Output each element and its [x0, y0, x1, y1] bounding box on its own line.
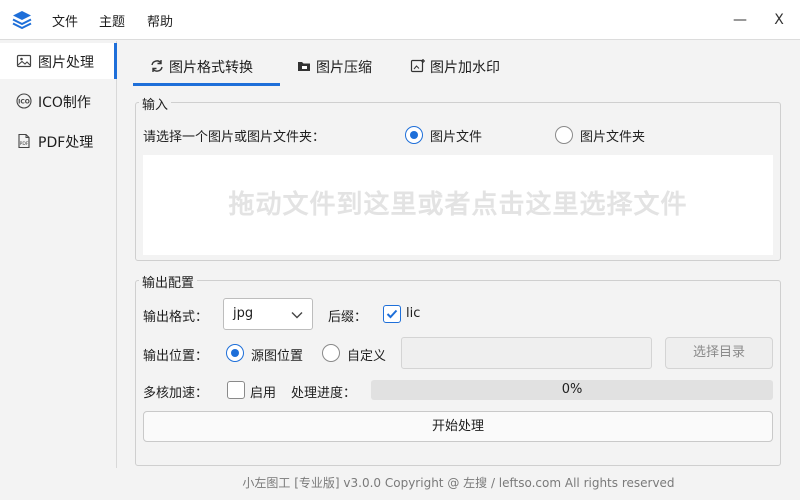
sidebar-item-label: ICO制作	[38, 95, 91, 111]
footer-copyright: 小左图工 [专业版] v3.0.0 Copyright @ 左搜 / lefts…	[242, 476, 675, 490]
tab-compress[interactable]: 图片压缩	[280, 48, 392, 86]
sidebar: 图片处理 ICO ICO制作 PDF PDF处理	[0, 41, 117, 468]
layers-logo-icon	[11, 9, 33, 31]
tab-label: 图片加水印	[430, 60, 500, 76]
sidebar-item-pdf[interactable]: PDF PDF处理	[0, 123, 117, 159]
format-select-value: jpg	[233, 306, 254, 321]
multicore-label: 多核加速：	[143, 386, 209, 401]
radio-image-file[interactable]	[405, 126, 423, 144]
start-processing-button[interactable]: 开始处理	[143, 411, 773, 442]
radio-source-location-label[interactable]: 源图位置	[251, 345, 303, 364]
title-bar: 文件 主题 帮助 — X	[0, 0, 800, 40]
format-label: 输出格式：	[143, 310, 209, 325]
sidebar-item-ico[interactable]: ICO ICO制作	[0, 83, 117, 119]
multicore-checkbox-label[interactable]: 启用	[250, 382, 276, 401]
progress-label: 处理进度：	[291, 386, 357, 401]
tab-watermark[interactable]: 图片加水印	[394, 48, 524, 86]
chevron-down-icon	[290, 308, 304, 322]
suffix-checkbox[interactable]	[383, 305, 401, 323]
location-label: 输出位置：	[143, 349, 209, 364]
radio-image-folder[interactable]	[555, 126, 573, 144]
suffix-label: 后缀：	[328, 310, 368, 325]
zip-icon	[296, 58, 312, 74]
dropzone-text: 拖动文件到这里或者点击这里选择文件	[228, 190, 688, 220]
input-group-title: 输入	[139, 94, 172, 113]
custom-path-input[interactable]	[401, 337, 652, 369]
output-group-title: 输出配置	[139, 272, 198, 291]
menu-file[interactable]: 文件	[52, 11, 78, 30]
radio-custom-location[interactable]	[322, 344, 340, 362]
sidebar-item-image[interactable]: 图片处理	[0, 43, 117, 79]
radio-image-folder-label[interactable]: 图片文件夹	[580, 126, 645, 145]
radio-source-location[interactable]	[226, 344, 244, 362]
tab-format-convert[interactable]: 图片格式转换	[133, 48, 280, 86]
radio-custom-location-label[interactable]: 自定义	[347, 345, 386, 364]
close-button[interactable]: X	[767, 8, 791, 32]
tab-label: 图片格式转换	[169, 60, 253, 76]
pdf-icon: PDF	[16, 133, 32, 149]
progress-bar: 0%	[371, 380, 773, 400]
sidebar-item-label: PDF处理	[38, 135, 94, 151]
svg-text:ICO: ICO	[18, 99, 30, 106]
multicore-checkbox[interactable]	[227, 381, 245, 399]
format-select[interactable]: jpg	[223, 298, 313, 330]
menu-help[interactable]: 帮助	[147, 11, 173, 30]
convert-icon	[149, 58, 165, 74]
file-dropzone[interactable]: 拖动文件到这里或者点击这里选择文件	[143, 155, 773, 255]
image-icon	[16, 53, 32, 69]
suffix-checkbox-label[interactable]: lic	[406, 306, 420, 321]
minimize-button[interactable]: —	[728, 8, 752, 32]
input-prompt: 请选择一个图片或图片文件夹：	[143, 130, 326, 145]
svg-text:PDF: PDF	[20, 141, 29, 147]
menu-theme[interactable]: 主题	[99, 11, 125, 30]
sidebar-item-label: 图片处理	[38, 55, 94, 71]
choose-directory-button[interactable]: 选择目录	[665, 337, 773, 369]
progress-text: 0%	[561, 382, 583, 397]
tab-label: 图片压缩	[316, 60, 372, 76]
radio-image-file-label[interactable]: 图片文件	[430, 126, 482, 145]
watermark-icon	[410, 58, 426, 74]
ico-icon: ICO	[16, 93, 32, 109]
